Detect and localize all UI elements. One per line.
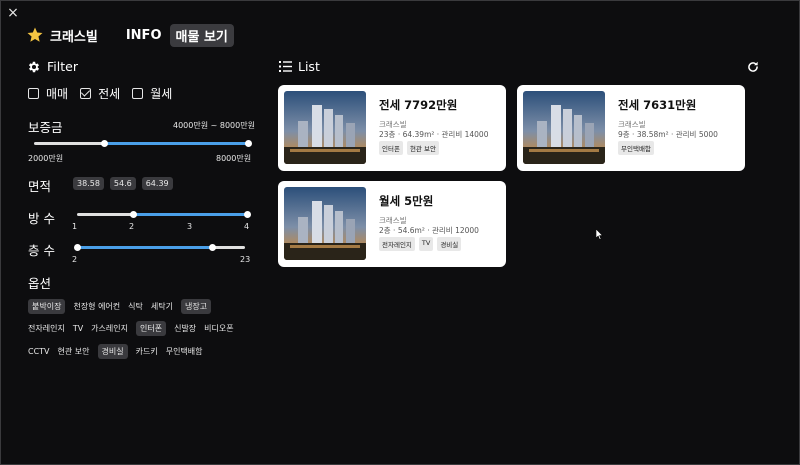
option-chip[interactable]: 전자레인지	[28, 321, 65, 336]
option-chip[interactable]: 붙박이장	[28, 299, 66, 314]
floors-slider-min-handle[interactable]	[73, 244, 81, 251]
listing-tag: 무인택배함	[618, 141, 654, 155]
options-label: 옵션	[28, 276, 52, 291]
deposit-slider-max-handle[interactable]	[244, 140, 252, 147]
listing-tag: 경비실	[437, 237, 462, 251]
floors-slider-fill	[77, 246, 213, 249]
option-chip[interactable]: TV	[73, 322, 83, 335]
option-chip[interactable]: 가스레인지	[91, 321, 128, 336]
deal-type-row: 매매 전세 월세	[28, 85, 184, 102]
deposit-min-label: 2000만원	[28, 154, 64, 163]
checkbox-sale[interactable]	[28, 88, 39, 99]
option-chip[interactable]: 무인택배함	[166, 344, 203, 359]
option-chip[interactable]: 경비실	[97, 344, 128, 359]
star-icon	[27, 27, 43, 42]
options-row: CCTV 현관 보안 경비실 카드키 무인택배함	[28, 344, 211, 359]
tab-listings[interactable]: 매물 보기	[169, 23, 234, 47]
deposit-label: 보증금	[28, 120, 63, 135]
area-chip[interactable]: 64.39	[141, 177, 173, 190]
option-chip[interactable]: 인터폰	[135, 321, 167, 336]
listing-detail: 23층 · 64.39m² · 관리비 14000	[379, 130, 489, 139]
floors-slider[interactable]	[73, 244, 245, 251]
listing-tag: 현관 보안	[406, 141, 439, 155]
option-chip[interactable]: 신발장	[174, 321, 196, 336]
list-icon	[279, 61, 292, 72]
filter-title: Filter	[47, 59, 78, 74]
rooms-slider[interactable]	[77, 211, 251, 218]
floors-max-label: 23	[240, 255, 251, 264]
options-row: 붙박이장 천장형 에어컨 식탁 세탁기 냉장고	[28, 299, 219, 314]
deal-type-label: 월세	[150, 87, 173, 101]
mouse-cursor-icon	[596, 229, 604, 240]
option-chip[interactable]: 세탁기	[151, 299, 173, 314]
building-photo	[284, 187, 366, 260]
building-photo	[523, 91, 605, 164]
option-chip[interactable]: 식탁	[128, 299, 143, 314]
deposit-max-label: 8000만원	[216, 154, 252, 163]
listing-card[interactable]: 전세 7792만원 크래스빌 23층 · 64.39m² · 관리비 14000…	[278, 85, 506, 171]
options-row: 전자레인지 TV 가스레인지 인터폰 신발장 비디오폰	[28, 321, 242, 336]
deal-type-monthly[interactable]: 월세	[132, 85, 172, 102]
listing-tag: TV	[418, 237, 434, 251]
refresh-icon[interactable]	[746, 60, 760, 74]
option-chip[interactable]: CCTV	[28, 345, 50, 358]
list-title: List	[298, 59, 320, 74]
listing-price: 전세 7631만원	[618, 98, 697, 112]
option-chip[interactable]: 천장형 에어컨	[73, 299, 120, 314]
option-chip[interactable]: 비디오폰	[204, 321, 233, 336]
deal-type-label: 매매	[46, 87, 69, 101]
top-nav: 크래스빌 INFO 매물 보기	[26, 23, 234, 47]
listing-card[interactable]: 월세 5만원 크래스빌 2층 · 54.6m² · 관리비 12000 전자레인…	[278, 181, 506, 267]
area-chip[interactable]: 54.6	[109, 177, 136, 190]
checkbox-monthly[interactable]	[132, 88, 144, 99]
rooms-tick: 1	[72, 222, 78, 231]
rooms-label: 방 수	[28, 211, 55, 226]
deal-type-sale[interactable]: 매매	[28, 85, 68, 102]
area-label: 면적	[28, 179, 52, 194]
floors-min-label: 2	[72, 255, 78, 264]
gear-icon	[28, 61, 40, 72]
tab-info[interactable]: INFO	[126, 28, 162, 43]
option-chip[interactable]: 카드키	[136, 344, 158, 359]
listing-price: 월세 5만원	[379, 194, 434, 208]
listing-card[interactable]: 전세 7631만원 크래스빌 9층 · 38.58m² · 관리비 5000 무…	[517, 85, 745, 171]
brand-title: 크래스빌	[50, 29, 98, 45]
listing-tag: 전자레인지	[379, 237, 415, 251]
area-options: 38.58 54.6 64.39	[73, 177, 179, 190]
deal-type-label: 전세	[98, 87, 121, 101]
deposit-slider[interactable]	[34, 140, 252, 147]
deposit-slider-fill	[104, 142, 248, 145]
rooms-slider-max-handle[interactable]	[243, 211, 251, 218]
option-chip[interactable]: 냉장고	[180, 299, 212, 314]
rooms-tick: 2	[129, 222, 135, 231]
building-photo	[284, 91, 366, 164]
deal-type-jeonse[interactable]: 전세	[80, 85, 120, 102]
listing-tags: 무인택배함	[618, 141, 658, 155]
option-chip[interactable]: 현관 보안	[58, 344, 90, 359]
listing-tags: 전자레인지 TV 경비실	[379, 237, 465, 251]
deposit-summary: 4000만원 ~ 8000만원	[173, 121, 255, 130]
area-chip[interactable]: 38.58	[73, 177, 104, 190]
list-header: List	[279, 59, 320, 74]
rooms-slider-fill	[133, 213, 247, 216]
listing-detail: 9층 · 38.58m² · 관리비 5000	[618, 130, 718, 139]
listing-detail: 2층 · 54.6m² · 관리비 12000	[379, 226, 479, 235]
rooms-tick: 3	[187, 222, 193, 231]
checkbox-jeonse[interactable]	[80, 88, 92, 99]
listing-tag: 인터폰	[379, 141, 403, 155]
listing-tags: 인터폰 현관 보안	[379, 141, 443, 155]
rooms-tick: 4	[244, 222, 250, 231]
floors-label: 층 수	[28, 243, 55, 258]
listing-price: 전세 7792만원	[379, 98, 458, 112]
filter-header: Filter	[27, 59, 78, 74]
close-icon[interactable]: ×	[6, 6, 20, 20]
